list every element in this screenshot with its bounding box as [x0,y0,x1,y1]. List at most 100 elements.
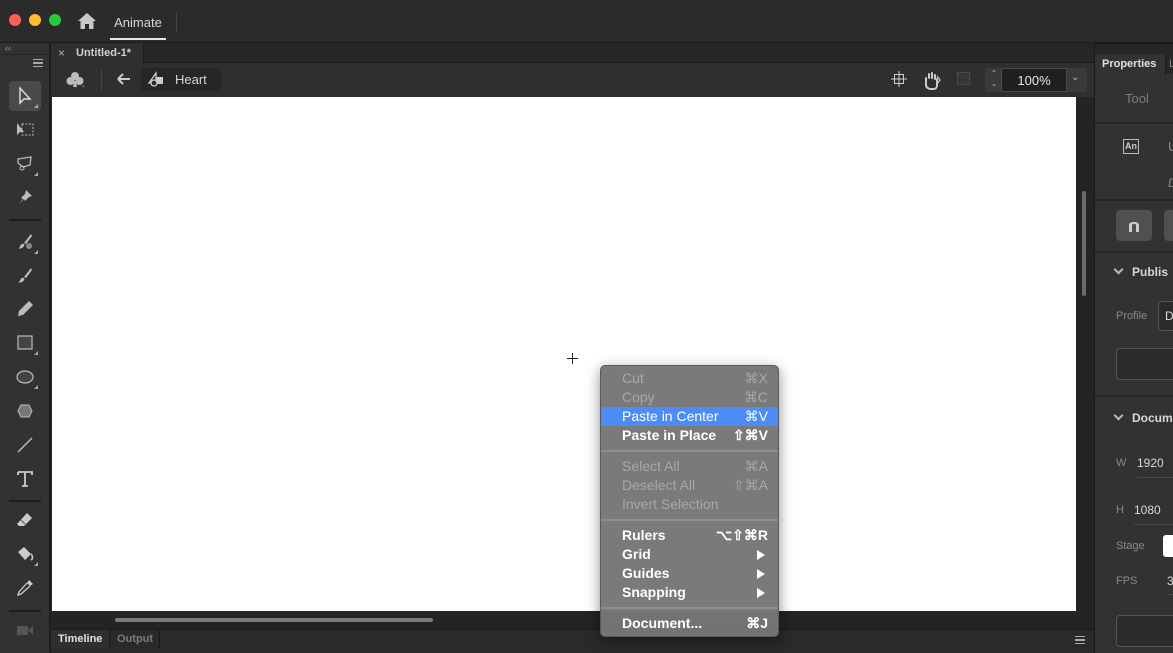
submenu-arrow-icon [757,588,765,598]
menu-item-shortcut: ⌘V [744,408,768,424]
animate-document-icon: An [1123,139,1139,154]
horizontal-scrollbar[interactable] [115,618,433,622]
fps-label: FPS [1116,575,1138,587]
paint-brush-tool[interactable] [9,227,41,257]
brush-icon [19,268,32,283]
height-value[interactable]: 1080 [1134,503,1161,517]
paint-bucket-tool[interactable] [9,539,41,569]
tool-heading: Tool [1125,91,1149,106]
maximize-window-button[interactable] [49,14,61,26]
publish-settings-button[interactable] [1116,348,1173,380]
menu-item-select-all[interactable]: Select All ⌘A [601,457,778,476]
document-tab-bar: × Untitled-1* [51,43,1094,63]
graphic-symbol-icon [147,71,163,87]
menu-item-label: Document... [622,615,703,631]
menu-item-shortcut: ⌥⇧⌘R [716,527,768,543]
snap-to-objects-button[interactable] [1116,210,1152,241]
panel-menu-icon[interactable] [1075,636,1085,644]
width-underline [1137,477,1173,478]
oval-tool[interactable] [9,362,41,392]
zoom-stepper[interactable]: ⌃ ⌄ [989,69,999,89]
rotate-stage-hand-icon[interactable] [921,70,941,90]
menu-item-rulers[interactable]: Rulers ⌥⇧⌘R [601,526,778,545]
menu-item-paste-in-center[interactable]: Paste in Center ⌘V [601,407,778,426]
panel-menu-icon[interactable] [33,59,43,67]
tab-output[interactable]: Output [110,630,160,649]
back-arrow-icon[interactable] [115,70,133,88]
divider [176,12,177,32]
profile-select[interactable]: D [1158,301,1173,331]
menu-item-guides[interactable]: Guides [601,564,778,583]
center-stage-icon[interactable] [891,71,907,87]
more-settings-button[interactable] [1116,615,1173,647]
clip-content-icon[interactable] [957,72,970,85]
classic-brush-tool[interactable] [9,261,41,291]
title-bar: Animate [0,0,1173,43]
width-value[interactable]: 1920 [1137,456,1164,470]
symbol-club-icon[interactable] [65,70,85,90]
publish-settings-header[interactable]: Publis [1113,264,1168,279]
height-underline [1134,524,1173,525]
menu-item-grid[interactable]: Grid [601,545,778,564]
menu-item-cut[interactable]: Cut ⌘X [601,369,778,388]
close-window-button[interactable] [9,14,21,26]
menu-item-invert-selection[interactable]: Invert Selection [601,495,778,514]
menu-item-shortcut: ⌘C [743,389,768,405]
pencil-tool[interactable] [9,294,41,324]
document-settings-header[interactable]: Docum [1113,410,1173,425]
snapping-options-button[interactable] [1164,210,1173,241]
menu-item-document[interactable]: Document... ⌘J [601,614,778,633]
asset-warp-tool[interactable] [9,183,41,213]
polystar-tool[interactable] [9,396,41,426]
menu-item-snapping[interactable]: Snapping [601,583,778,602]
menu-item-label: Cut [622,370,644,386]
tab-timeline[interactable]: Timeline [51,630,110,649]
stage-canvas[interactable] [52,97,1076,611]
zoom-dropdown-chevron-icon[interactable]: ⌄ [1071,72,1079,83]
subselection-tool[interactable] [9,115,41,145]
paint-bucket-icon [18,547,34,561]
close-tab-icon[interactable]: × [58,43,65,63]
magnet-icon [1129,222,1139,232]
stage-color-swatch[interactable] [1163,535,1173,557]
vertical-scrollbar[interactable] [1082,191,1086,296]
menu-item-paste-in-place[interactable]: Paste in Place ⇧⌘V [601,426,778,445]
tab-library[interactable]: L [1169,54,1173,75]
submenu-indicator [34,385,38,389]
zoom-input[interactable] [1001,68,1067,92]
app-name-tab[interactable]: Animate [110,0,166,40]
rectangle-tool[interactable] [9,328,41,358]
eyedropper-icon [16,580,33,597]
submenu-indicator [34,104,38,108]
selection-tool[interactable] [9,81,41,111]
pencil-icon [18,301,33,316]
menu-item-copy[interactable]: Copy ⌘C [601,388,778,407]
selection-arrow-icon [19,86,32,105]
tab-properties[interactable]: Properties [1095,54,1166,75]
camera-tool[interactable] [9,615,41,645]
line-tool[interactable] [9,430,41,460]
minimize-window-button[interactable] [29,14,41,26]
rectangle-icon [17,335,33,350]
lasso-tool[interactable] [9,149,41,179]
properties-panel: Properties L Tool An U D Publis Profile … [1094,43,1173,653]
menu-item-label: Guides [622,565,670,581]
home-icon[interactable] [77,12,97,30]
divider [1095,251,1173,253]
text-tool[interactable] [9,464,41,494]
collapse-panel-button[interactable]: ‹‹ [0,43,50,55]
divider [1095,395,1173,397]
zoom-control: ⌃⌄ ⌄ [985,68,1087,92]
text-icon [17,471,33,487]
eyedropper-tool[interactable] [9,573,41,603]
fps-value[interactable]: 30 [1167,574,1173,588]
stage-color-label: Stage [1116,540,1145,552]
menu-item-deselect-all[interactable]: Deselect All ⇧⌘A [601,476,778,495]
menu-item-label: Snapping [622,584,686,600]
menu-item-shortcut: ⇧⌘A [732,477,768,493]
eraser-tool[interactable] [9,505,41,535]
document-tab[interactable]: × Untitled-1* [51,43,144,63]
menu-item-shortcut: ⌘J [746,615,768,631]
scene-breadcrumb[interactable]: Heart [141,68,221,91]
menu-item-label: Copy [622,389,655,405]
